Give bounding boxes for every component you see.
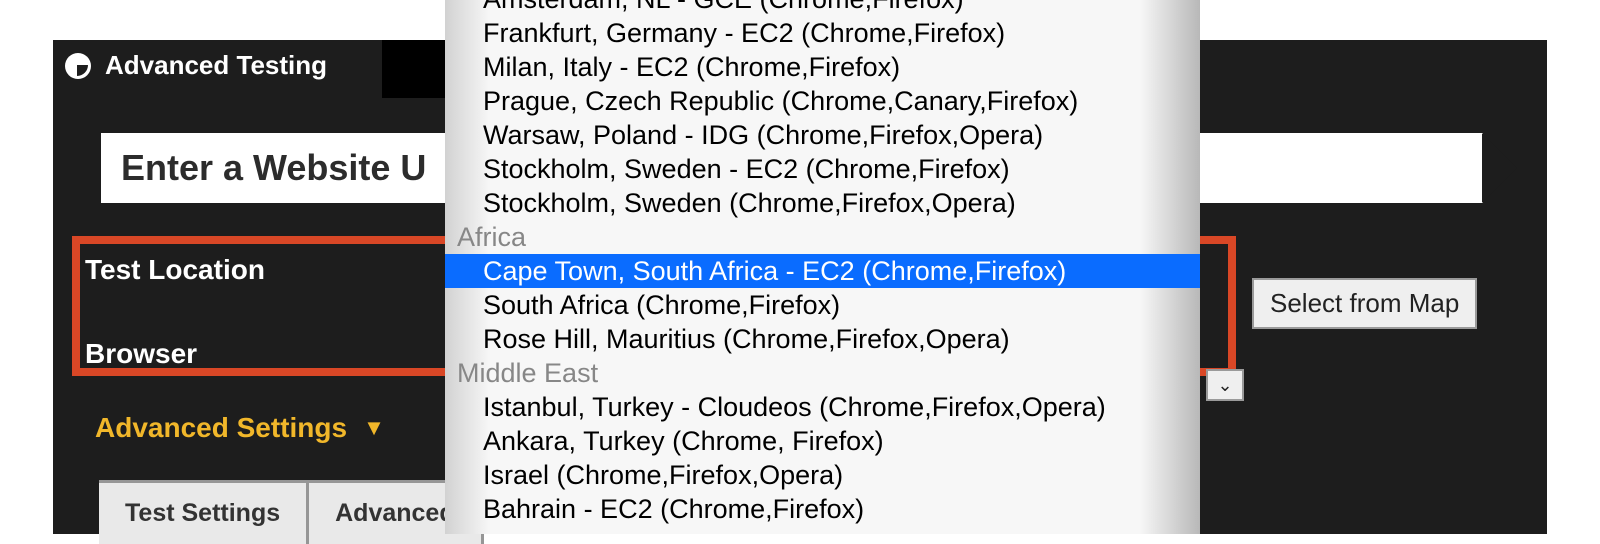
advanced-settings-label: Advanced Settings [95, 412, 347, 444]
dropdown-group: Middle East [445, 356, 1200, 390]
dropdown-option[interactable]: Israel (Chrome,Firefox,Opera) [445, 458, 1200, 492]
dropdown-option[interactable]: Amsterdam, NL - GCE (Chrome,Firefox) [445, 0, 1200, 16]
location-dropdown[interactable]: Amsterdam, NL - GCE (Chrome,Firefox)Fran… [445, 0, 1200, 534]
dropdown-option[interactable]: Frankfurt, Germany - EC2 (Chrome,Firefox… [445, 16, 1200, 50]
dropdown-option[interactable]: Warsaw, Poland - IDG (Chrome,Firefox,Ope… [445, 118, 1200, 152]
chevron-down-icon: ⌄ [1217, 375, 1232, 396]
dropdown-option[interactable]: Bahrain - EC2 (Chrome,Firefox) [445, 492, 1200, 526]
dropdown-option[interactable]: Prague, Czech Republic (Chrome,Canary,Fi… [445, 84, 1200, 118]
panel-tab[interactable]: Advanced Testing [65, 50, 327, 81]
panel-tab-label: Advanced Testing [105, 50, 327, 81]
dropdown-option[interactable]: Stockholm, Sweden (Chrome,Firefox,Opera) [445, 186, 1200, 220]
tab-test-settings[interactable]: Test Settings [99, 483, 309, 544]
field-label-browser: Browser [85, 338, 197, 370]
caret-down-icon: ▼ [363, 415, 385, 441]
browser-select-dropdown[interactable]: ⌄ [1206, 369, 1244, 401]
inactive-tab-edge [382, 40, 448, 98]
dropdown-option[interactable]: Stockholm, Sweden - EC2 (Chrome,Firefox) [445, 152, 1200, 186]
select-from-map-button[interactable]: Select from Map [1252, 278, 1477, 329]
advanced-settings-toggle[interactable]: Advanced Settings ▼ [95, 412, 385, 444]
dropdown-option[interactable]: Rose Hill, Mauritius (Chrome,Firefox,Ope… [445, 322, 1200, 356]
start-arrow-icon[interactable] [1482, 133, 1517, 203]
dropdown-option[interactable]: Milan, Italy - EC2 (Chrome,Firefox) [445, 50, 1200, 84]
settings-tabs: Test Settings Advanced [99, 480, 484, 544]
dropdown-option[interactable]: Istanbul, Turkey - Cloudeos (Chrome,Fire… [445, 390, 1200, 424]
dropdown-option[interactable]: Ankara, Turkey (Chrome, Firefox) [445, 424, 1200, 458]
dropdown-group: Africa [445, 220, 1200, 254]
field-label-location: Test Location [85, 254, 265, 286]
url-input-label: Enter a Website U [121, 147, 426, 189]
gauge-icon [65, 53, 91, 79]
dropdown-option[interactable]: South Africa (Chrome,Firefox) [445, 288, 1200, 322]
dropdown-option[interactable]: Cape Town, South Africa - EC2 (Chrome,Fi… [445, 254, 1200, 288]
